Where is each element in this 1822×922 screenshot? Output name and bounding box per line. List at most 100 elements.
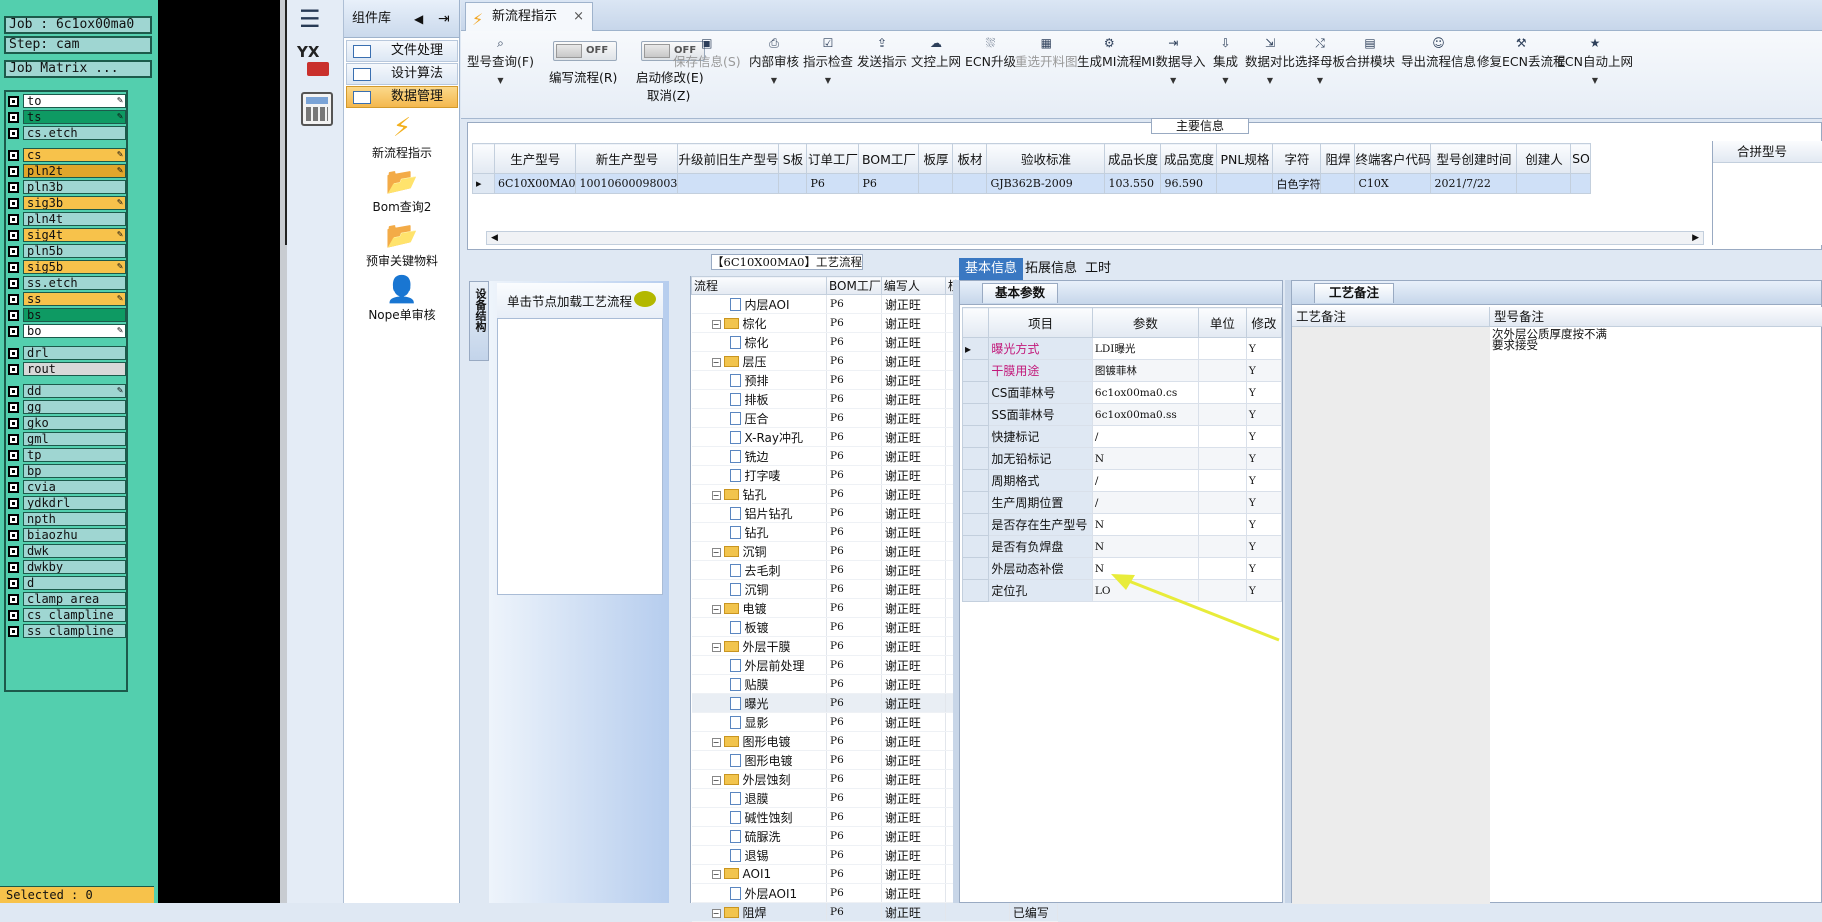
param-value[interactable]: /: [1091, 425, 1199, 448]
param-value[interactable]: N: [1091, 557, 1199, 580]
column-header[interactable]: 单位: [1197, 307, 1247, 338]
dropdown-arrow-icon[interactable]: ▼: [1213, 76, 1238, 85]
ribbon-button[interactable]: ▤ 合拼模块: [1345, 35, 1395, 70]
layer-row[interactable]: rout: [8, 362, 126, 376]
layer-name[interactable]: rout: [23, 362, 126, 376]
dropdown-arrow-icon[interactable]: ▼: [1141, 76, 1205, 85]
table-cell[interactable]: [677, 173, 780, 194]
param-modifiable[interactable]: Y: [1245, 447, 1283, 470]
layer-checkbox[interactable]: [8, 363, 19, 375]
flow-node[interactable]: − 棕化: [691, 313, 827, 333]
tool-new-flow[interactable]: ⚡ 新流程指示: [344, 112, 460, 161]
param-unit[interactable]: [1197, 579, 1247, 602]
layer-row[interactable]: sig3b ✎: [8, 196, 126, 210]
expand-toggle-icon[interactable]: −: [711, 319, 721, 329]
layer-row[interactable]: ss_clampline: [8, 624, 126, 638]
param-value[interactable]: N: [1091, 447, 1199, 470]
column-header[interactable]: 流程: [691, 276, 827, 295]
column-header[interactable]: BOM工厂: [826, 276, 882, 295]
layer-row[interactable]: drl: [8, 346, 126, 360]
layer-name[interactable]: ss ✎: [23, 292, 126, 306]
layer-checkbox[interactable]: [8, 465, 19, 477]
column-header[interactable]: 型号创建时间: [1430, 143, 1518, 174]
layer-checkbox[interactable]: [8, 347, 19, 359]
layer-name[interactable]: npth: [23, 512, 126, 526]
flow-node[interactable]: 显影: [691, 712, 827, 732]
tool-nope-review[interactable]: 👤 Nope单审核: [344, 274, 460, 323]
param-unit[interactable]: [1197, 425, 1247, 448]
layer-name[interactable]: d: [23, 576, 126, 590]
layer-row[interactable]: to ✎: [8, 94, 126, 108]
flow-node[interactable]: 板镀: [691, 617, 827, 637]
ribbon-button[interactable]: ☑ 指示检查 ▼: [803, 35, 853, 85]
layer-name[interactable]: ts ✎: [23, 110, 126, 124]
layer-checkbox[interactable]: [8, 497, 19, 509]
param-unit[interactable]: [1197, 359, 1247, 382]
dropdown-arrow-icon[interactable]: ▼: [1295, 76, 1345, 85]
table-row[interactable]: SS面菲林号 6c1ox00ma0.ss Y: [961, 403, 1283, 426]
table-row[interactable]: 生产周期位置 / Y: [961, 491, 1283, 514]
param-modifiable[interactable]: Y: [1245, 359, 1283, 382]
column-header[interactable]: 板材: [952, 143, 988, 174]
flow-node[interactable]: 外层AOI1: [691, 883, 827, 903]
app-logo[interactable]: YX: [297, 44, 337, 84]
ribbon-button[interactable]: ⇪ 发送指示: [857, 35, 907, 70]
flow-node[interactable]: 硫脲洗: [691, 826, 827, 846]
expand-toggle-icon[interactable]: −: [711, 775, 721, 785]
column-header[interactable]: 终端客户代码: [1354, 143, 1432, 174]
table-cell[interactable]: GJB362B-2009: [986, 173, 1106, 194]
param-unit[interactable]: [1197, 447, 1247, 470]
table-cell[interactable]: P6: [858, 173, 920, 194]
column-header[interactable]: 编写人: [880, 276, 946, 295]
flow-node[interactable]: − AOI1: [691, 864, 827, 884]
close-icon[interactable]: ×: [573, 3, 584, 30]
layer-name[interactable]: dwkby: [23, 560, 126, 574]
table-cell[interactable]: P6: [806, 173, 860, 194]
layer-name[interactable]: bp: [23, 464, 126, 478]
layer-name[interactable]: sig4t ✎: [23, 228, 126, 242]
param-modifiable[interactable]: Y: [1245, 557, 1283, 580]
param-modifiable[interactable]: Y: [1245, 535, 1283, 558]
column-header[interactable]: SO: [1570, 143, 1592, 174]
column-header[interactable]: 升级前旧生产型号: [677, 143, 780, 174]
flow-node[interactable]: 退锡: [691, 845, 827, 865]
layer-row[interactable]: cs_clampline: [8, 608, 126, 622]
param-modifiable[interactable]: Y: [1245, 425, 1283, 448]
layer-row[interactable]: pln4t: [8, 212, 126, 226]
layer-row[interactable]: gg: [8, 400, 126, 414]
layer-row[interactable]: bo ✎: [8, 324, 126, 338]
layer-row[interactable]: ss ✎: [8, 292, 126, 306]
flow-node[interactable]: − 电镀: [691, 598, 827, 618]
ribbon-button[interactable]: ⌕ 型号查询(F) ▼: [467, 35, 534, 85]
ribbon-button[interactable]: ⎙ 内部审核 ▼: [749, 35, 799, 85]
layer-checkbox[interactable]: [8, 625, 19, 637]
layer-row[interactable]: dwkby: [8, 560, 126, 574]
ribbon-button[interactable]: ⚒ 修复ECN丢流程: [1477, 35, 1565, 70]
ribbon-button[interactable]: ⇥ MI数据导入 ▼: [1141, 35, 1205, 85]
flow-node[interactable]: 去毛刺: [691, 560, 827, 580]
flow-node[interactable]: − 钻孔: [691, 484, 827, 504]
hamburger-menu-icon[interactable]: ☰: [299, 7, 321, 31]
ribbon-button[interactable]: ⇩ 集成 ▼: [1213, 35, 1238, 85]
column-header[interactable]: PNL规格: [1216, 143, 1274, 174]
param-value[interactable]: 6c1ox00ma0.ss: [1091, 403, 1199, 426]
ribbon-button[interactable]: ☺ 导出流程信息: [1401, 35, 1476, 70]
layer-row[interactable]: gml: [8, 432, 126, 446]
param-modifiable[interactable]: Y: [1245, 579, 1283, 602]
horizontal-scrollbar[interactable]: ◀ ▶: [486, 231, 1704, 245]
process-note-body[interactable]: [1292, 327, 1490, 904]
layer-checkbox[interactable]: [8, 545, 19, 557]
param-modifiable[interactable]: Y: [1245, 513, 1283, 536]
table-cell[interactable]: 2021/7/22: [1430, 173, 1518, 194]
expand-toggle-icon[interactable]: −: [711, 737, 721, 747]
flow-node[interactable]: − 图形电镀: [691, 731, 827, 751]
flow-node[interactable]: − 层压: [691, 351, 827, 371]
lib-item-design-algorithm[interactable]: 设计算法: [346, 63, 458, 85]
tool-prereview-material[interactable]: 📂 预审关键物料: [344, 220, 460, 269]
table-cell[interactable]: [952, 173, 988, 194]
layer-checkbox[interactable]: [8, 181, 19, 193]
layer-row[interactable]: d: [8, 576, 126, 590]
corner-cell[interactable]: [472, 143, 495, 174]
table-row[interactable]: 是否有负焊盘 N Y: [961, 535, 1283, 558]
layer-row[interactable]: cvia: [8, 480, 126, 494]
